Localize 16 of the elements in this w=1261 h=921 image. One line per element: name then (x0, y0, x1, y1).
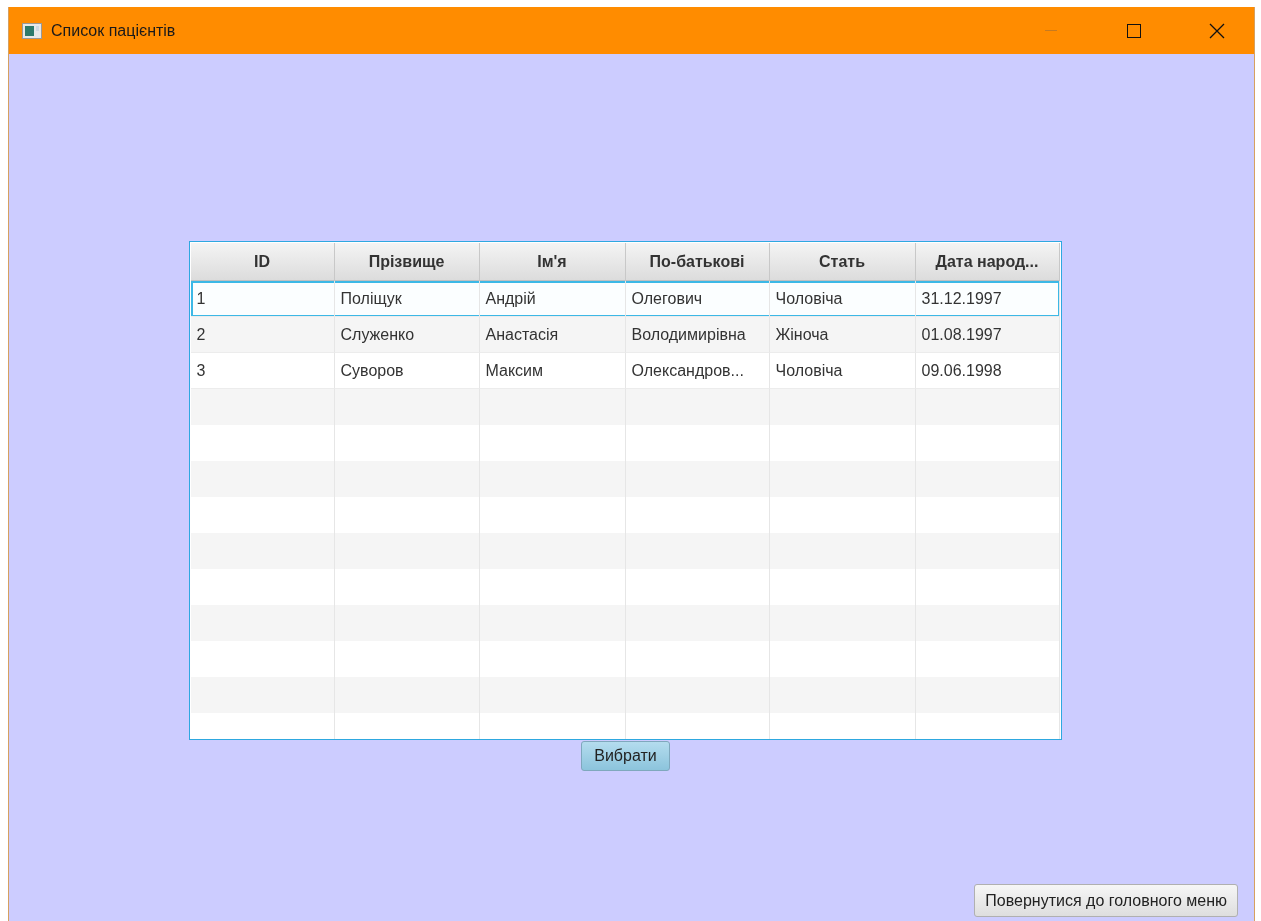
select-button[interactable]: Вибрати (581, 741, 670, 771)
table-row[interactable]: 3 Суворов Максим Олександров... Чоловіча 09.06.1998 (190, 353, 1060, 389)
minimize-icon (1045, 29, 1057, 32)
column-header[interactable]: ID (190, 243, 335, 281)
table-row[interactable]: 2 Служенко Анастасія Володимирівна Жіноча 01.08.1997 (190, 317, 1060, 353)
column-header[interactable]: Дата народ... (915, 243, 1060, 281)
maximize-icon (1127, 23, 1141, 38)
column-header[interactable]: По-батькові (625, 243, 770, 281)
back-button[interactable]: Повернутися до головного меню (974, 884, 1238, 917)
close-icon (1209, 22, 1225, 39)
column-header[interactable]: Прізвище (334, 243, 480, 281)
app-icon (22, 22, 42, 39)
window-title: Список пацієнтів (51, 21, 177, 40)
table-row[interactable]: 1 Поліщук Андрій Олегович Чоловіча 31.12.1997 (190, 281, 1060, 317)
column-header[interactable]: Стать (769, 243, 916, 281)
column-header[interactable]: Ім'я (479, 243, 626, 281)
